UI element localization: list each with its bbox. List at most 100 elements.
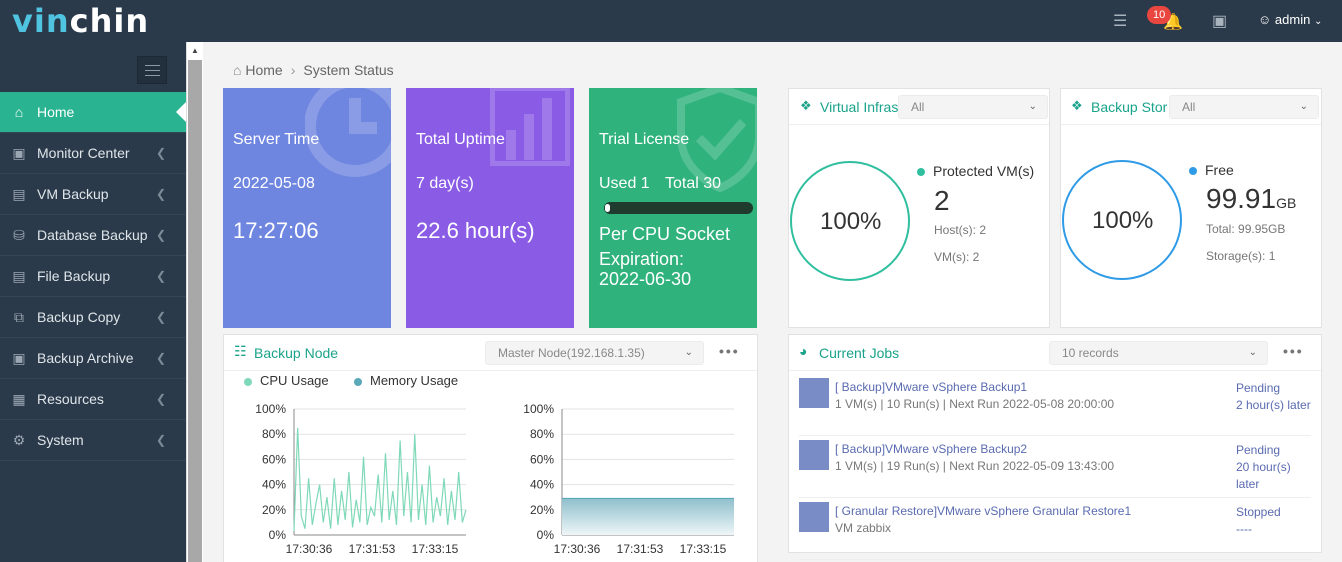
top-bar: vinchin ☰ 🔔 10 ▣ ☺ admin ⌄ — [0, 0, 1342, 42]
legend-label: Protected VM(s) — [933, 163, 1035, 179]
file-icon: ▤ — [12, 268, 26, 284]
chevron-down-icon: ⌄ — [1299, 101, 1308, 112]
chevron-left-icon: ❮ — [156, 392, 167, 406]
sidebar-item-home[interactable]: ⌂ Home — [0, 92, 186, 133]
sidebar-item-label: VM Backup — [37, 186, 109, 202]
y-tick-label: 80% — [530, 427, 554, 441]
server-time-card: Server Time 2022-05-08 17:27:06 — [223, 88, 391, 328]
notification-badge[interactable]: 10 — [1147, 6, 1172, 24]
user-name: admin — [1274, 12, 1311, 27]
storage-free-value: 99.91GB — [1206, 183, 1296, 215]
sidebar-toggle-button[interactable] — [137, 56, 167, 84]
storage-count: Storage(s): 1 — [1206, 249, 1276, 263]
monitor-icon[interactable]: ▣ — [1212, 11, 1227, 31]
vm-icon: ▤ — [12, 186, 26, 202]
chevron-left-icon: ❮ — [156, 187, 167, 201]
job-details: 1 VM(s) | 10 Run(s) | Next Run 2022-05-0… — [835, 397, 1115, 411]
sidebar-scrollbar[interactable]: ▲ — [186, 42, 203, 562]
chevron-left-icon: ❮ — [156, 433, 167, 447]
scroll-up-icon[interactable]: ▲ — [191, 46, 199, 55]
memory-area — [562, 498, 734, 535]
sidebar-nav: ⌂ Home ▣ Monitor Center ❮ ▤ VM Backup ❮ ⛁ Data… — [0, 92, 186, 461]
free-number: 99.91 — [1206, 183, 1277, 214]
sidebar-item-label: Resources — [37, 391, 104, 407]
legend-label: Memory Usage — [370, 373, 459, 388]
cube-icon: ❖ — [800, 98, 812, 113]
panel-title: Backup Node — [254, 345, 339, 361]
sidebar-item-backup-copy[interactable]: ⧉ Backup Copy ❮ — [0, 297, 186, 338]
job-name[interactable]: [ Backup]VMware vSphere Backup2 — [835, 442, 1027, 456]
job-status: Pending 20 hour(s) later — [1236, 442, 1314, 493]
job-row[interactable]: [ Backup]VMware vSphere Backup1 1 VM(s) … — [799, 374, 1311, 436]
virtual-filter-select[interactable]: All ⌄ — [898, 95, 1048, 119]
sidebar-item-label: Backup Copy — [37, 309, 121, 325]
sidebar-item-label: Database Backup — [37, 227, 148, 243]
panel-header: ◕ Current Jobs 10 records ⌄ ••• — [789, 335, 1321, 371]
license-expiration-date: 2022-06-30 — [599, 269, 692, 289]
resources-icon: ▦ — [12, 391, 26, 407]
total-uptime-label: Total Uptime — [416, 131, 505, 148]
sidebar-item-resources[interactable]: ▦ Resources ❮ — [0, 379, 186, 420]
sidebar-item-backup-archive[interactable]: ▣ Backup Archive ❮ — [0, 338, 186, 379]
uptime-days: 7 day(s) — [416, 175, 474, 192]
copy-icon: ⧉ — [14, 309, 24, 325]
license-total: Total 30 — [665, 175, 722, 192]
sidebar-item-label: Backup Archive — [37, 350, 134, 366]
chevron-down-icon: ⌄ — [684, 347, 693, 358]
vinchin-logo[interactable]: vinchin — [12, 2, 149, 40]
more-options-icon[interactable]: ••• — [1283, 343, 1304, 359]
x-tick-label: 17:33:15 — [412, 542, 459, 556]
panel-header: ☷ Backup Node Master Node(192.168.1.35) ⌄… — [224, 335, 757, 371]
sidebar-item-vm-backup[interactable]: ▤ VM Backup ❮ — [0, 174, 186, 215]
sidebar-item-database-backup[interactable]: ⛁ Database Backup ❮ — [0, 215, 186, 256]
memory-usage-chart: 100% 80% 60% 40% 20% 0%17:30:36 17:31:53 17:33:… — [523, 402, 734, 556]
records-select[interactable]: 10 records ⌄ — [1049, 341, 1268, 365]
sidebar-item-monitor-center[interactable]: ▣ Monitor Center ❮ — [0, 133, 186, 174]
job-row[interactable]: [ Granular Restore]VMware vSphere Granul… — [799, 498, 1311, 560]
breadcrumb: ⌂ Home › System Status — [233, 62, 394, 78]
panel-title: Virtual Infras — [820, 99, 898, 115]
x-tick-label: 17:30:36 — [286, 542, 333, 556]
job-name[interactable]: [ Backup]VMware vSphere Backup1 — [835, 380, 1027, 394]
user-menu[interactable]: ☺ admin ⌄ — [1258, 12, 1322, 27]
storage-legend: Free — [1189, 162, 1234, 178]
uptime-hours: 22.6 hour(s) — [416, 218, 535, 243]
gear-icon: ⚙ — [12, 432, 26, 448]
total-uptime-card: Total Uptime 7 day(s) 22.6 hour(s) — [406, 88, 574, 328]
x-tick-label: 17:33:15 — [680, 542, 727, 556]
license-expiration-label: Expiration: — [599, 249, 685, 269]
scrollbar-thumb[interactable] — [188, 60, 202, 562]
trial-license-label: Trial License — [599, 131, 690, 148]
next-run: 20 hour(s) later — [1236, 460, 1291, 491]
more-options-icon[interactable]: ••• — [719, 343, 740, 359]
next-run: ---- — [1236, 522, 1252, 536]
server-list-icon[interactable]: ☰ — [1113, 11, 1127, 31]
cpu-legend: CPU Usage — [244, 373, 329, 388]
sidebar-item-label: System — [37, 432, 84, 448]
sidebar: ⌂ Home ▣ Monitor Center ❮ ▤ VM Backup ❮ ⛁ Data… — [0, 42, 186, 562]
breadcrumb-home[interactable]: Home — [245, 62, 282, 78]
virtual-hosts: Host(s): 2 — [934, 223, 987, 237]
node-select[interactable]: Master Node(192.168.1.35) ⌄ — [485, 341, 704, 365]
select-value: 10 records — [1062, 346, 1119, 360]
cpu-usage-chart: 100% 80% 60% 40% 20% 0%17:30:36 17:31:53 17:33:… — [255, 402, 467, 556]
sidebar-item-system[interactable]: ⚙ System ❮ — [0, 420, 186, 461]
monitor-icon: ▣ — [12, 145, 26, 161]
y-tick-label: 0% — [269, 528, 287, 542]
x-tick-label: 17:30:36 — [554, 542, 601, 556]
job-status: Pending 2 hour(s) later — [1236, 380, 1314, 414]
vm-job-icon — [799, 378, 829, 408]
status-label: Stopped — [1236, 505, 1281, 519]
chevron-left-icon: ❮ — [156, 310, 167, 324]
sitemap-icon: ☷ — [234, 343, 247, 359]
job-row[interactable]: [ Backup]VMware vSphere Backup2 1 VM(s) … — [799, 436, 1311, 498]
virtual-value: 2 — [934, 185, 950, 216]
chevron-left-icon: ❮ — [156, 146, 167, 160]
job-name[interactable]: [ Granular Restore]VMware vSphere Granul… — [835, 504, 1131, 518]
y-tick-label: 60% — [530, 452, 554, 466]
storage-filter-select[interactable]: All ⌄ — [1169, 95, 1319, 119]
next-run: 2 hour(s) later — [1236, 398, 1311, 412]
license-type: Per CPU Socket — [599, 224, 731, 244]
vm-job-icon — [799, 502, 829, 532]
sidebar-item-file-backup[interactable]: ▤ File Backup ❮ — [0, 256, 186, 297]
